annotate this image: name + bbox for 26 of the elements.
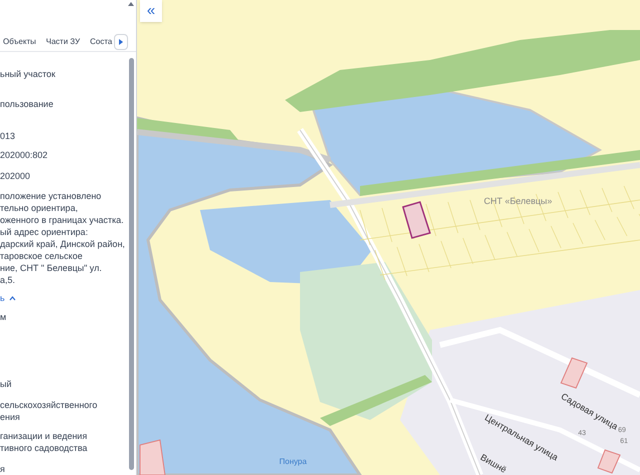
field-value: ьный участок bbox=[0, 68, 56, 80]
field-value: 013 bbox=[0, 130, 16, 142]
field-value: я bbox=[0, 463, 6, 475]
scrollbar[interactable] bbox=[129, 58, 134, 470]
field-value: сельскохозяйственного ения bbox=[0, 399, 98, 423]
field-value: ганизации и ведения тивного садоводства bbox=[0, 430, 88, 454]
field-value: положение установлено тельно ориентира, оженного в границах участка. ый адрес ориентира: дарский край, Динской район, таровское сельское ние, СНТ " Белевцы" ул. а,5. bbox=[0, 190, 126, 286]
area-label: СНТ «Белевцы» bbox=[484, 196, 552, 206]
collapse-button[interactable]: « bbox=[140, 0, 162, 22]
parcel bbox=[597, 449, 621, 474]
parcel bbox=[560, 357, 588, 389]
tab[interactable]: Объекты bbox=[3, 32, 36, 51]
selected-parcel bbox=[402, 201, 431, 239]
tab[interactable]: Соста bbox=[90, 32, 112, 51]
river-label: Понура bbox=[279, 457, 307, 466]
field-value: 202000 bbox=[0, 170, 32, 182]
toggle-link[interactable]: ь bbox=[0, 292, 5, 304]
chevron-up-icon[interactable] bbox=[8, 296, 16, 300]
caret-icon bbox=[119, 39, 123, 46]
parcel bbox=[140, 439, 166, 475]
field-value: м bbox=[0, 311, 8, 323]
field-value: ый bbox=[0, 378, 12, 390]
field-value: 202000:802 bbox=[0, 149, 49, 161]
tab[interactable]: Части ЗУ bbox=[46, 32, 80, 51]
field-value: пользование bbox=[0, 98, 54, 110]
tab-scroll-button[interactable] bbox=[114, 34, 128, 50]
